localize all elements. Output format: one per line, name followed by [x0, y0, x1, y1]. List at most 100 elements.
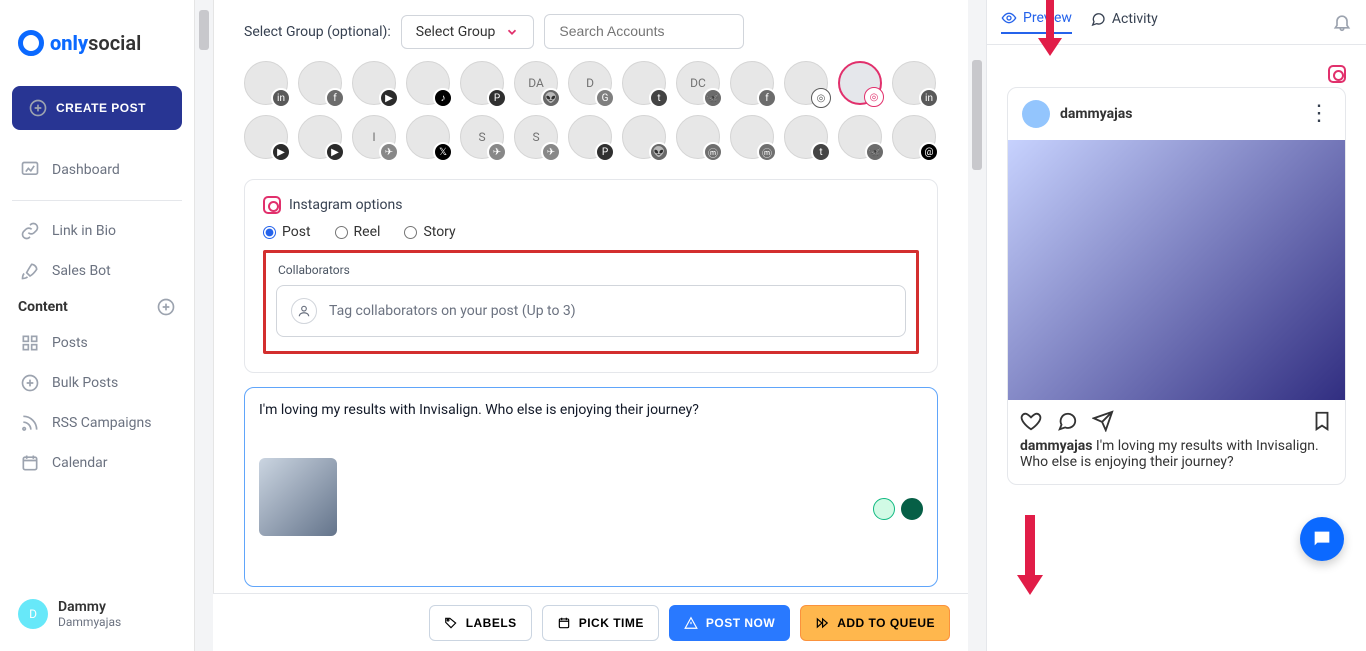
account-avatar[interactable]: DG [568, 61, 612, 105]
account-avatar[interactable]: ◎ [838, 61, 882, 105]
radio-post[interactable]: Post [263, 224, 311, 240]
account-avatar[interactable]: in [892, 61, 936, 105]
bell-icon[interactable] [1332, 12, 1352, 32]
media-thumbnail[interactable] [259, 458, 337, 536]
yt-badge-icon: ▶ [271, 142, 291, 162]
preview-username: dammyajas [1060, 106, 1132, 122]
collaborators-label: Collaborators [276, 261, 906, 285]
account-avatar[interactable]: ▶ [298, 115, 342, 159]
comment-icon[interactable] [1056, 410, 1078, 432]
eye-icon [1001, 10, 1017, 26]
pick-time-button[interactable]: PICK TIME [542, 605, 659, 641]
rss-icon [20, 413, 40, 433]
chat-icon [1311, 528, 1333, 550]
account-avatar[interactable]: 𝕏 [406, 115, 450, 159]
ig-badge-icon: ◎ [864, 87, 884, 107]
account-avatar[interactable]: DA👽 [514, 61, 558, 105]
account-avatar[interactable]: P [568, 115, 612, 159]
labels-button[interactable]: LABELS [429, 605, 532, 641]
collaborators-placeholder: Tag collaborators on your post (Up to 3) [329, 303, 576, 319]
composer-text[interactable]: I'm loving my results with Invisalign. W… [259, 402, 923, 418]
search-accounts-input[interactable] [544, 14, 744, 49]
nav-dashboard[interactable]: Dashboard [12, 150, 182, 190]
user-handle: Dammyajas [58, 615, 121, 629]
nav-calendar[interactable]: Calendar [12, 443, 182, 483]
user-name: Dammy [58, 599, 121, 615]
pi-badge-icon: P [595, 142, 615, 162]
collaborators-highlight: Collaborators Tag collaborators on your … [263, 250, 919, 354]
preview-avatar [1022, 100, 1050, 128]
create-post-button[interactable]: CREATE POST [12, 86, 182, 130]
account-avatar[interactable]: S✈ [514, 115, 558, 159]
nav-salesbot[interactable]: Sales Bot [12, 251, 182, 291]
plus-circle-icon [28, 98, 48, 118]
dashboard-icon [20, 160, 40, 180]
account-avatar[interactable]: ⓜ [730, 115, 774, 159]
ai-assist-buttons[interactable] [873, 498, 923, 520]
group-row: Select Group (optional): Select Group [244, 8, 938, 61]
send-icon[interactable] [1092, 410, 1114, 432]
instagram-options-card: Instagram options Post Reel Story Collab… [244, 179, 938, 373]
post-now-button[interactable]: POST NOW [669, 605, 790, 641]
tg-badge-icon: ✈ [379, 142, 399, 162]
accounts-row-2: ▶▶I✈𝕏S✈S✈P👽ⓜⓜt🦋@ [244, 115, 938, 169]
user-avatar: D [18, 599, 48, 629]
radio-story[interactable]: Story [404, 224, 455, 240]
tg-badge-icon: ✈ [541, 142, 561, 162]
add-to-queue-button[interactable]: ADD TO QUEUE [800, 605, 950, 641]
sidebar: onlysocial CREATE POST Dashboard Link in… [0, 0, 195, 651]
nav-rss[interactable]: RSS Campaigns [12, 403, 182, 443]
account-avatar[interactable]: P [460, 61, 504, 105]
warning-icon [684, 616, 698, 630]
account-avatar[interactable]: I✈ [352, 115, 396, 159]
collaborators-input[interactable]: Tag collaborators on your post (Up to 3) [276, 285, 906, 337]
account-avatar[interactable]: ▶ [352, 61, 396, 105]
account-avatar[interactable]: t [622, 61, 666, 105]
logo: onlysocial [12, 20, 182, 86]
more-icon[interactable]: ⋮ [1308, 109, 1331, 119]
scrollbar[interactable] [968, 0, 986, 651]
help-chat-fab[interactable] [1300, 517, 1344, 561]
divider [12, 200, 182, 201]
account-avatar[interactable]: 👽 [622, 115, 666, 159]
heart-icon[interactable] [1020, 410, 1042, 432]
ai-lightbulb-icon[interactable] [873, 498, 895, 520]
nav-label: Dashboard [52, 162, 120, 178]
nav-posts[interactable]: Posts [12, 323, 182, 363]
account-avatar[interactable]: ◎ [784, 61, 828, 105]
tab-activity[interactable]: Activity [1090, 10, 1158, 34]
scrollbar[interactable] [195, 0, 213, 651]
rocket-icon [20, 261, 40, 281]
composer[interactable]: I'm loving my results with Invisalign. W… [244, 387, 938, 587]
select-group-button[interactable]: Select Group [401, 15, 535, 49]
account-avatar[interactable]: t [784, 115, 828, 159]
account-avatar[interactable]: f [298, 61, 342, 105]
preview-caption: dammyajas I'm loving my results with Inv… [1008, 438, 1345, 484]
tu-badge-icon: t [811, 142, 831, 162]
instagram-preview-card: dammyajas ⋮ dammyajas I'm loving my resu… [1007, 87, 1346, 485]
account-avatar[interactable]: ▶ [244, 115, 288, 159]
account-avatar[interactable]: in [244, 61, 288, 105]
chevron-down-icon [505, 25, 519, 39]
user-block[interactable]: D Dammy Dammyajas [12, 589, 182, 639]
account-avatar[interactable]: 🦋 [838, 115, 882, 159]
link-icon [20, 221, 40, 241]
bottom-action-bar: LABELS PICK TIME POST NOW ADD TO QUEUE [213, 593, 968, 651]
account-avatar[interactable]: DC🦋 [676, 61, 720, 105]
account-avatar[interactable]: @ [892, 115, 936, 159]
radio-reel[interactable]: Reel [335, 224, 381, 240]
account-avatar[interactable]: f [730, 61, 774, 105]
nav-bulkposts[interactable]: Bulk Posts [12, 363, 182, 403]
nav-label: Calendar [52, 455, 108, 471]
ma-badge-icon: ⓜ [757, 142, 777, 162]
account-avatar[interactable]: S✈ [460, 115, 504, 159]
account-avatar[interactable]: ♪ [406, 61, 450, 105]
ai-chat-icon[interactable] [901, 498, 923, 520]
plus-circle-icon[interactable] [156, 297, 176, 317]
bookmark-icon[interactable] [1311, 410, 1333, 432]
ig-badge-icon: ◎ [811, 88, 831, 108]
account-avatar[interactable]: ⓜ [676, 115, 720, 159]
group-label: Select Group (optional): [244, 24, 391, 40]
nav-linkinbio[interactable]: Link in Bio [12, 211, 182, 251]
re-badge-icon: 👽 [649, 142, 669, 162]
